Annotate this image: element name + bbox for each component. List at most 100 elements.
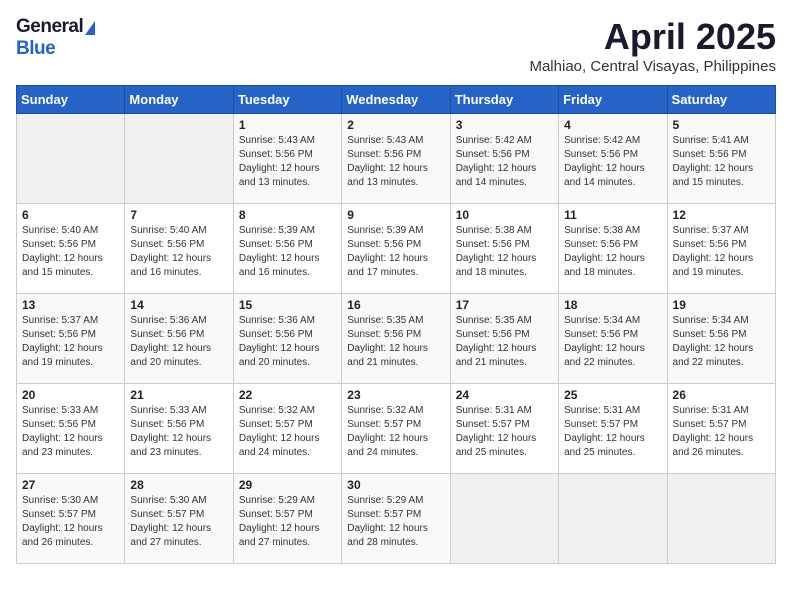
day-info: Sunrise: 5:41 AM Sunset: 5:56 PM Dayligh… — [673, 134, 770, 190]
day-info: Sunrise: 5:37 AM Sunset: 5:56 PM Dayligh… — [22, 314, 119, 370]
calendar-cell: 5 Sunrise: 5:41 AM Sunset: 5:56 PM Daylig… — [667, 114, 775, 204]
subtitle: Malhiao, Central Visayas, Philippines — [529, 58, 776, 75]
month-title: April 2025 — [529, 16, 776, 58]
calendar-cell: 24 Sunrise: 5:31 AM Sunset: 5:57 PM Dayli… — [450, 384, 558, 474]
logo-triangle-icon — [85, 21, 95, 35]
weekday-header-thursday: Thursday — [450, 86, 558, 114]
day-info: Sunrise: 5:35 AM Sunset: 5:56 PM Dayligh… — [347, 314, 444, 370]
day-number: 1 — [239, 118, 336, 132]
calendar-cell: 14 Sunrise: 5:36 AM Sunset: 5:56 PM Dayli… — [125, 294, 233, 384]
calendar-cell: 16Sunrise: 5:35 AM Sunset: 5:56 PM Dayli… — [342, 294, 450, 384]
logo-blue: Blue — [16, 38, 55, 60]
calendar-cell — [17, 114, 125, 204]
calendar-cell: 23 Sunrise: 5:32 AM Sunset: 5:57 PM Dayli… — [342, 384, 450, 474]
calendar-cell: 1 Sunrise: 5:43 AM Sunset: 5:56 PM Daylig… — [233, 114, 341, 204]
day-info: Sunrise: 5:38 AM Sunset: 5:56 PM Dayligh… — [456, 224, 553, 280]
day-info: Sunrise: 5:33 AM Sunset: 5:56 PM Dayligh… — [22, 404, 119, 460]
day-info: Sunrise: 5:35 AM Sunset: 5:56 PM Dayligh… — [456, 314, 553, 370]
day-info: Sunrise: 5:32 AM Sunset: 5:57 PM Dayligh… — [347, 404, 444, 460]
weekday-header-wednesday: Wednesday — [342, 86, 450, 114]
day-info: Sunrise: 5:31 AM Sunset: 5:57 PM Dayligh… — [456, 404, 553, 460]
day-info: Sunrise: 5:29 AM Sunset: 5:57 PM Dayligh… — [347, 494, 444, 550]
day-number: 27 — [22, 478, 119, 492]
calendar-cell: 8Sunrise: 5:39 AM Sunset: 5:56 PM Daylig… — [233, 204, 341, 294]
day-info: Sunrise: 5:42 AM Sunset: 5:56 PM Dayligh… — [564, 134, 661, 190]
weekday-header-monday: Monday — [125, 86, 233, 114]
calendar-cell — [559, 474, 667, 564]
day-number: 18 — [564, 298, 661, 312]
day-number: 12 — [673, 208, 770, 222]
weekday-header-saturday: Saturday — [667, 86, 775, 114]
day-number: 28 — [130, 478, 227, 492]
weekday-header-sunday: Sunday — [17, 86, 125, 114]
calendar-cell: 30 Sunrise: 5:29 AM Sunset: 5:57 PM Dayli… — [342, 474, 450, 564]
day-number: 6 — [22, 208, 119, 222]
day-info: Sunrise: 5:43 AM Sunset: 5:56 PM Dayligh… — [239, 134, 336, 190]
day-number: 9 — [347, 208, 444, 222]
calendar-cell: 2 Sunrise: 5:43 AM Sunset: 5:56 PM Daylig… — [342, 114, 450, 204]
day-number: 29 — [239, 478, 336, 492]
calendar-cell: 11Sunrise: 5:38 AM Sunset: 5:56 PM Dayli… — [559, 204, 667, 294]
day-number: 24 — [456, 388, 553, 402]
weekday-header-row: SundayMondayTuesdayWednesdayThursdayFrid… — [17, 86, 776, 114]
week-row-1: 1 Sunrise: 5:43 AM Sunset: 5:56 PM Daylig… — [17, 114, 776, 204]
day-number: 22 — [239, 388, 336, 402]
calendar-cell: 27 Sunrise: 5:30 AM Sunset: 5:57 PM Dayli… — [17, 474, 125, 564]
day-number: 26 — [673, 388, 770, 402]
calendar-cell: 15 Sunrise: 5:36 AM Sunset: 5:56 PM Dayli… — [233, 294, 341, 384]
day-info: Sunrise: 5:34 AM Sunset: 5:56 PM Dayligh… — [564, 314, 661, 370]
day-info: Sunrise: 5:29 AM Sunset: 5:57 PM Dayligh… — [239, 494, 336, 550]
week-row-4: 20 Sunrise: 5:33 AM Sunset: 5:56 PM Dayli… — [17, 384, 776, 474]
day-info: Sunrise: 5:34 AM Sunset: 5:56 PM Dayligh… — [673, 314, 770, 370]
day-number: 21 — [130, 388, 227, 402]
calendar-cell: 19 Sunrise: 5:34 AM Sunset: 5:56 PM Dayli… — [667, 294, 775, 384]
calendar-cell: 13 Sunrise: 5:37 AM Sunset: 5:56 PM Dayli… — [17, 294, 125, 384]
day-number: 19 — [673, 298, 770, 312]
day-info: Sunrise: 5:36 AM Sunset: 5:56 PM Dayligh… — [130, 314, 227, 370]
day-number: 25 — [564, 388, 661, 402]
calendar-cell: 29 Sunrise: 5:29 AM Sunset: 5:57 PM Dayli… — [233, 474, 341, 564]
calendar-cell: 22 Sunrise: 5:32 AM Sunset: 5:57 PM Dayli… — [233, 384, 341, 474]
day-info: Sunrise: 5:40 AM Sunset: 5:56 PM Dayligh… — [130, 224, 227, 280]
day-number: 7 — [130, 208, 227, 222]
day-info: Sunrise: 5:43 AM Sunset: 5:56 PM Dayligh… — [347, 134, 444, 190]
calendar-cell — [667, 474, 775, 564]
week-row-5: 27 Sunrise: 5:30 AM Sunset: 5:57 PM Dayli… — [17, 474, 776, 564]
day-number: 11 — [564, 208, 661, 222]
calendar: SundayMondayTuesdayWednesdayThursdayFrid… — [16, 85, 776, 564]
day-number: 23 — [347, 388, 444, 402]
calendar-cell: 28Sunrise: 5:30 AM Sunset: 5:57 PM Dayli… — [125, 474, 233, 564]
day-info: Sunrise: 5:33 AM Sunset: 5:56 PM Dayligh… — [130, 404, 227, 460]
calendar-cell — [450, 474, 558, 564]
day-info: Sunrise: 5:32 AM Sunset: 5:57 PM Dayligh… — [239, 404, 336, 460]
day-info: Sunrise: 5:39 AM Sunset: 5:56 PM Dayligh… — [347, 224, 444, 280]
calendar-cell: 12 Sunrise: 5:37 AM Sunset: 5:56 PM Dayli… — [667, 204, 775, 294]
day-number: 13 — [22, 298, 119, 312]
day-number: 5 — [673, 118, 770, 132]
day-info: Sunrise: 5:31 AM Sunset: 5:57 PM Dayligh… — [673, 404, 770, 460]
day-info: Sunrise: 5:40 AM Sunset: 5:56 PM Dayligh… — [22, 224, 119, 280]
day-info: Sunrise: 5:36 AM Sunset: 5:56 PM Dayligh… — [239, 314, 336, 370]
calendar-cell: 25Sunrise: 5:31 AM Sunset: 5:57 PM Dayli… — [559, 384, 667, 474]
day-number: 15 — [239, 298, 336, 312]
weekday-header-tuesday: Tuesday — [233, 86, 341, 114]
calendar-cell: 6 Sunrise: 5:40 AM Sunset: 5:56 PM Daylig… — [17, 204, 125, 294]
calendar-cell: 26 Sunrise: 5:31 AM Sunset: 5:57 PM Dayli… — [667, 384, 775, 474]
calendar-cell: 4Sunrise: 5:42 AM Sunset: 5:56 PM Daylig… — [559, 114, 667, 204]
calendar-cell: 9 Sunrise: 5:39 AM Sunset: 5:56 PM Daylig… — [342, 204, 450, 294]
day-number: 2 — [347, 118, 444, 132]
calendar-cell — [125, 114, 233, 204]
day-info: Sunrise: 5:37 AM Sunset: 5:56 PM Dayligh… — [673, 224, 770, 280]
day-number: 30 — [347, 478, 444, 492]
header: General Blue April 2025 Malhiao, Central… — [16, 16, 776, 75]
day-number: 20 — [22, 388, 119, 402]
day-info: Sunrise: 5:39 AM Sunset: 5:56 PM Dayligh… — [239, 224, 336, 280]
calendar-cell: 21 Sunrise: 5:33 AM Sunset: 5:56 PM Dayli… — [125, 384, 233, 474]
day-number: 14 — [130, 298, 227, 312]
calendar-cell: 20 Sunrise: 5:33 AM Sunset: 5:56 PM Dayli… — [17, 384, 125, 474]
week-row-3: 13 Sunrise: 5:37 AM Sunset: 5:56 PM Dayli… — [17, 294, 776, 384]
day-info: Sunrise: 5:42 AM Sunset: 5:56 PM Dayligh… — [456, 134, 553, 190]
day-info: Sunrise: 5:30 AM Sunset: 5:57 PM Dayligh… — [22, 494, 119, 550]
calendar-cell: 10 Sunrise: 5:38 AM Sunset: 5:56 PM Dayli… — [450, 204, 558, 294]
day-number: 10 — [456, 208, 553, 222]
